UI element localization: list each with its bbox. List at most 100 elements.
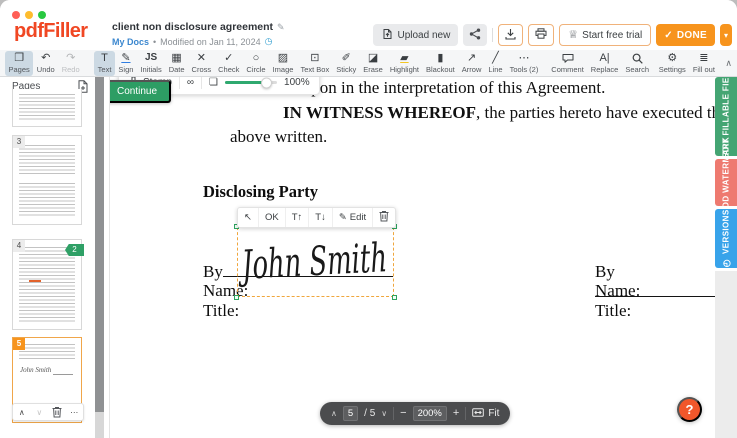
slider-thumb[interactable] [261, 77, 272, 88]
sticky-button[interactable]: ✐ Sticky [333, 51, 360, 76]
edit-pencil-icon[interactable]: ✎ [277, 22, 285, 33]
drag-handle[interactable]: ↖ [238, 208, 258, 227]
upload-new-button[interactable]: Upload new [373, 24, 458, 46]
document-info: client non disclosure agreement ✎ My Doc… [112, 21, 285, 47]
redo-button[interactable]: ↷ Redo [58, 51, 83, 76]
done-dropdown-button[interactable]: ▾ [720, 24, 732, 46]
current-page-input[interactable]: 5 [343, 406, 358, 421]
fillout-button[interactable]: ≣ Fill out [689, 51, 718, 76]
trash-icon[interactable] [48, 404, 66, 420]
date-icon: ▦ [171, 52, 181, 64]
date-button[interactable]: ▦ Date [165, 51, 188, 76]
blackout-button[interactable]: ▮ Blackout [423, 51, 459, 76]
textbox-button[interactable]: ⊡ Text Box [297, 51, 333, 76]
done-button[interactable]: ✓ DONE [656, 24, 715, 46]
move-page-down-button[interactable]: ∨ [31, 404, 49, 420]
doc-title: client non disclosure agreement [112, 21, 273, 33]
tab-versions[interactable]: ◷ VERSIONS [715, 209, 737, 268]
pages-button[interactable]: ❐ Pages [5, 51, 33, 76]
pdffiller-logo[interactable]: pdfFiller [14, 20, 88, 43]
signature-selection-box[interactable]: John Smith [237, 227, 394, 297]
search-button[interactable]: Search [622, 51, 653, 76]
thumbnail-line [53, 374, 73, 375]
settings-icon: ⚙ [667, 52, 677, 64]
check-icon: ✓ [224, 52, 233, 64]
resize-handle-bottom-right[interactable] [392, 295, 397, 300]
page-number-badge: 3 [13, 136, 25, 148]
circle-button[interactable]: ○ Circle [243, 51, 269, 76]
text-button[interactable]: T Text [94, 51, 115, 76]
page-thumbnail-4[interactable]: 4 2 [12, 239, 82, 330]
arrow-button[interactable]: ↗ Arrow [458, 51, 485, 76]
fillable-fields-count-badge: 2 [65, 244, 84, 256]
settings-button[interactable]: ⚙ Settings [655, 51, 689, 76]
text-icon: T [101, 52, 108, 64]
traffic-light-minimize[interactable] [25, 11, 33, 19]
right-gutter [715, 271, 737, 438]
toolbar-group-settings: ⚙ Settings ≣ Fill out [655, 50, 718, 76]
traffic-light-close[interactable] [12, 11, 20, 19]
opacity-slider[interactable] [225, 81, 277, 84]
delete-signature-button[interactable] [372, 208, 395, 227]
zoom-out-button[interactable]: − [400, 408, 406, 419]
page-number-badge: 5 [13, 338, 25, 350]
redo-icon: ↷ [66, 52, 75, 64]
share-button[interactable] [463, 24, 487, 46]
sign-icon: ✎ [121, 52, 130, 64]
my-docs-link[interactable]: My Docs [112, 37, 149, 47]
divider [492, 28, 493, 42]
continue-button[interactable]: Continue [110, 80, 171, 103]
thumbnail-content [19, 247, 75, 323]
link-button[interactable]: ∞ [187, 77, 194, 88]
help-button[interactable]: ? [677, 397, 702, 422]
previous-page-button[interactable]: ∧ [331, 409, 337, 418]
image-button[interactable]: ▨ Image [269, 51, 297, 76]
highlight-mark [29, 280, 41, 282]
tools-button[interactable]: ⋯ Tools (2) [506, 51, 542, 76]
thumbnail-signature: John Smith [20, 366, 51, 374]
page-thumbnail-partial[interactable] [12, 89, 82, 127]
tab-add-watermark[interactable]: ◈ ADD WATERMARK [715, 159, 737, 206]
move-page-up-button[interactable]: ∧ [13, 404, 31, 420]
disclosing-party-heading: Disclosing Party [203, 182, 318, 202]
cross-button[interactable]: ✕ Cross [188, 51, 215, 76]
panel-scrollbar[interactable] [95, 77, 104, 438]
download-button[interactable] [498, 24, 523, 46]
highlight-button[interactable]: ▰ Highlight [386, 51, 422, 76]
ok-button[interactable]: OK [258, 208, 285, 227]
initials-button[interactable]: JS Initials [137, 51, 165, 76]
toolbar-group-right: Comment A| Replace Search [548, 50, 653, 76]
scrollbar-thumb[interactable] [95, 77, 104, 412]
collapse-icon[interactable]: ∧ [725, 58, 732, 69]
fit-button[interactable]: Fit [472, 408, 499, 420]
traffic-light-zoom[interactable] [38, 11, 46, 19]
page-number-badge: 4 [13, 240, 25, 252]
font-decrease-button[interactable]: T↓ [308, 208, 332, 227]
total-pages-label: / 5 [364, 408, 375, 419]
check-button[interactable]: ✓ Check [215, 51, 243, 76]
thumbnail-content [19, 183, 75, 217]
replace-button[interactable]: A| Replace [587, 51, 622, 76]
copy-button[interactable]: ❏ [209, 77, 218, 88]
next-page-button[interactable]: ∨ [381, 409, 387, 418]
pages-icon: ❐ [14, 52, 24, 64]
done-check-icon: ✓ [664, 30, 673, 41]
line-icon: ╱ [492, 52, 499, 64]
print-button[interactable] [528, 24, 554, 46]
titlebar: pdfFiller client non disclosure agreemen… [0, 0, 737, 50]
divider [393, 407, 394, 420]
doc-text-witness-2: above written. [230, 127, 327, 147]
edit-signature-button[interactable]: ✎ Edit [332, 208, 372, 227]
comment-button[interactable]: Comment [548, 51, 588, 76]
more-page-actions-button[interactable]: ⋯ [66, 404, 84, 420]
doc-text-witness: IN WITNESS WHEREOF, the parties hereto h… [230, 103, 715, 123]
sign-button[interactable]: ✎ Sign [115, 51, 137, 76]
start-free-trial-button[interactable]: ♕ Start free trial [559, 24, 651, 46]
erase-button[interactable]: ◪ Erase [360, 51, 387, 76]
zoom-in-button[interactable]: + [453, 408, 459, 419]
page-thumbnail-3[interactable]: 3 [12, 135, 82, 225]
font-increase-button[interactable]: T↑ [285, 208, 309, 227]
undo-button[interactable]: ↶ Undo [33, 51, 58, 76]
zoom-level-value[interactable]: 200% [413, 406, 447, 421]
line-button[interactable]: ╱ Line [485, 51, 506, 76]
